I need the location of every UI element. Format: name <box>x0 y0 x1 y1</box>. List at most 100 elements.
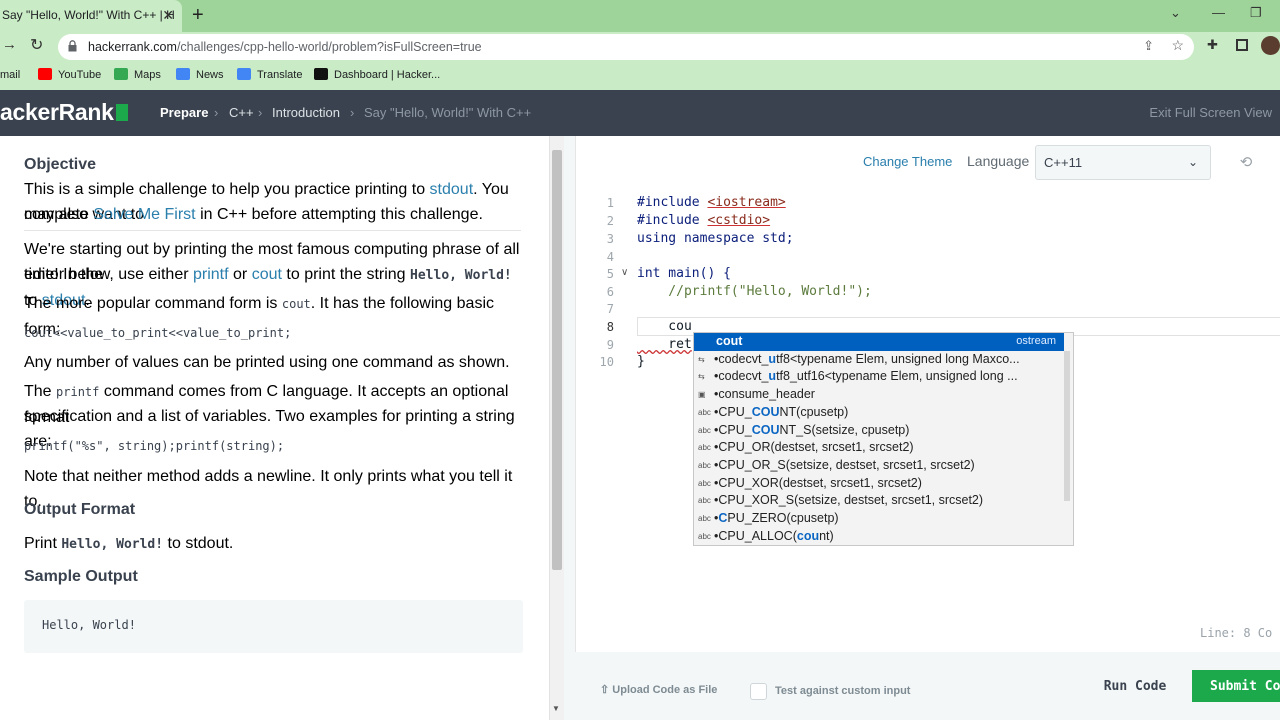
maps-icon <box>114 68 128 80</box>
breadcrumb-cpp[interactable]: C++ <box>229 105 254 120</box>
code-line-6: //printf("Hello, World!"); <box>637 284 872 299</box>
maximize-icon[interactable]: ❐ <box>1250 5 1262 21</box>
text-suggestion-icon: abc <box>698 443 711 453</box>
macro-icon: ▣ <box>698 390 706 400</box>
upload-code-button[interactable]: ⇧ Upload Code as File <box>600 683 717 696</box>
text-suggestion-icon: abc <box>698 407 711 417</box>
autocomplete-item[interactable]: ⇆ •codecvt_utf8_utf16<typename Elem, unsi… <box>694 368 1064 386</box>
bookmark-star-icon[interactable]: ☆ <box>1171 37 1184 54</box>
code-line-1: #include <iostream> <box>637 195 786 210</box>
breadcrumb-separator: › <box>350 105 355 120</box>
new-tab-button[interactable]: + <box>192 3 204 27</box>
custom-input-label: Test against custom input <box>775 685 911 697</box>
autocomplete-item[interactable]: abc •CPU_ALLOC(count) <box>694 528 1064 546</box>
autocomplete-item[interactable]: abc •CPU_OR_S(setsize, destset, srcset1, … <box>694 457 1064 475</box>
text-suggestion-icon: abc <box>698 514 711 523</box>
scroll-down-arrow-icon[interactable]: ▼ <box>552 704 560 714</box>
objective-heading: Objective <box>24 156 97 173</box>
bookmark-youtube[interactable]: YouTube <box>38 62 101 88</box>
autocomplete-item[interactable]: ⇆ •codecvt_utf8<typename Elem, unsigned l… <box>694 351 1064 369</box>
text-suggestion-icon: abc <box>698 496 711 506</box>
tab-search-icon[interactable]: ⌄ <box>1170 5 1181 21</box>
autocomplete-item[interactable]: abc •CPU_COUNT_S(setsize, cpusetp) <box>694 422 1064 440</box>
objective-line-2: complete Solve Me First in C++ before at… <box>24 206 483 223</box>
extensions-icon[interactable]: ✚ <box>1207 37 1218 53</box>
code-line-9: ret <box>637 337 692 352</box>
breadcrumb-separator: › <box>214 105 219 120</box>
bookmark-dashboard[interactable]: Dashboard | Hacker... <box>314 62 440 88</box>
line-number: 5 <box>606 267 614 281</box>
language-label: Language <box>967 153 1030 169</box>
line-number: 10 <box>599 355 614 369</box>
hackerrank-header: ackerRank Prepare › C++ › Introduction ›… <box>0 90 1280 136</box>
autocomplete-item[interactable]: abc •CPU_OR(destset, srcset1, srcset2) <box>694 439 1064 457</box>
class-icon: ⇆ <box>698 372 705 382</box>
code-line-8: cou <box>637 319 692 334</box>
translate-icon <box>237 68 251 80</box>
fold-chevron-icon[interactable]: ∨ <box>621 267 628 278</box>
profile-avatar[interactable] <box>1261 36 1280 55</box>
exit-fullscreen-link[interactable]: Exit Full Screen View <box>1149 105 1272 120</box>
change-theme-button[interactable]: Change Theme <box>863 154 952 169</box>
chevron-down-icon: ⌄ <box>1187 155 1198 169</box>
browser-tab[interactable]: Say "Hello, World!" With C++ | H ✕ <box>0 0 182 32</box>
section-divider <box>24 230 521 231</box>
cursor-position-status: Line: 8 Co <box>1200 626 1273 640</box>
stdout-link[interactable]: stdout <box>430 181 474 198</box>
autocomplete-item[interactable]: abc •CPU_ZERO(cpusetp) <box>694 510 1064 528</box>
autocomplete-item[interactable]: abc •CPU_XOR_S(setsize, destset, srcset1,… <box>694 492 1064 510</box>
line-number: 6 <box>606 285 614 299</box>
autocomplete-item[interactable]: ▣ •consume_header <box>694 386 1064 404</box>
line-number: 9 <box>606 338 614 352</box>
breadcrumb-challenge: Say "Hello, World!" With C++ <box>364 105 532 120</box>
tab-title: Say "Hello, World!" With C++ | H <box>2 8 175 22</box>
bookmark-gmail[interactable]: mail <box>0 62 20 88</box>
youtube-icon <box>38 68 52 80</box>
bookmark-maps[interactable]: Maps <box>114 62 161 88</box>
run-code-button[interactable]: Run Code <box>1090 670 1180 702</box>
cout-code-example: cout<<value_to_print<<value_to_print; <box>24 326 292 340</box>
printf-link[interactable]: printf <box>193 266 229 283</box>
autocomplete-dropdown[interactable]: cout ostream ⇆ •codecvt_utf8<typename Elem… <box>693 332 1074 546</box>
bookmarks-bar: mail YouTube Maps News Translate Dashboa… <box>0 62 1280 90</box>
printf-code-example: printf("%s", string);printf(string); <box>24 439 285 453</box>
solve-me-first-link[interactable]: Solve Me First <box>93 206 195 223</box>
forward-icon[interactable]: → <box>2 36 17 53</box>
sample-output-box: Hello, World! <box>24 600 523 653</box>
url-text: hackerrank.com/challenges/cpp-hello-worl… <box>88 40 482 54</box>
custom-input-checkbox[interactable] <box>750 683 767 700</box>
reload-icon[interactable]: ↻ <box>30 35 43 55</box>
share-icon[interactable]: ⇪ <box>1143 38 1154 54</box>
cout-link[interactable]: cout <box>252 266 282 283</box>
output-format-text: Print Hello, World! to stdout. <box>24 535 234 552</box>
nav-prepare[interactable]: Prepare <box>160 105 208 120</box>
line-number: 1 <box>606 196 614 210</box>
bookmark-translate[interactable]: Translate <box>237 62 302 88</box>
close-tab-icon[interactable]: ✕ <box>162 0 174 30</box>
lock-icon <box>68 40 77 52</box>
minimize-icon[interactable]: — <box>1212 5 1225 20</box>
sample-output-heading: Sample Output <box>24 568 138 585</box>
browser-tab-strip: Say "Hello, World!" With C++ | H ✕ + ⌄ —… <box>0 0 1280 32</box>
text-suggestion-icon: abc <box>698 531 711 541</box>
submit-code-button[interactable]: Submit Code <box>1192 670 1280 702</box>
values-note: Any number of values can be printed usin… <box>24 354 510 371</box>
reset-code-icon[interactable]: ⟲ <box>1237 154 1255 172</box>
output-format-heading: Output Format <box>24 501 136 518</box>
line-number: 3 <box>606 232 614 246</box>
hackerrank-icon <box>314 68 328 80</box>
hackerrank-logo[interactable]: ackerRank <box>0 99 128 126</box>
breadcrumb-introduction[interactable]: Introduction <box>272 105 340 120</box>
autocomplete-scrollbar[interactable] <box>1064 351 1070 501</box>
autocomplete-item[interactable]: abc •CPU_COUNT(cpusetp) <box>694 404 1064 422</box>
autocomplete-item-selected[interactable]: cout ostream <box>694 333 1064 351</box>
text-suggestion-icon: abc <box>698 425 711 435</box>
browser-toolbar: → ↻ hackerrank.com/challenges/cpp-hello-… <box>0 32 1280 62</box>
code-line-10: } <box>637 354 645 369</box>
address-bar[interactable]: hackerrank.com/challenges/cpp-hello-worl… <box>58 34 1194 60</box>
bookmark-news[interactable]: News <box>176 62 224 88</box>
language-select[interactable]: C++11 ⌄ <box>1035 145 1211 180</box>
left-scrollbar-thumb[interactable] <box>552 150 562 570</box>
autocomplete-item[interactable]: abc •CPU_XOR(destset, srcset1, srcset2) <box>694 475 1064 493</box>
side-panel-icon[interactable] <box>1236 39 1248 51</box>
